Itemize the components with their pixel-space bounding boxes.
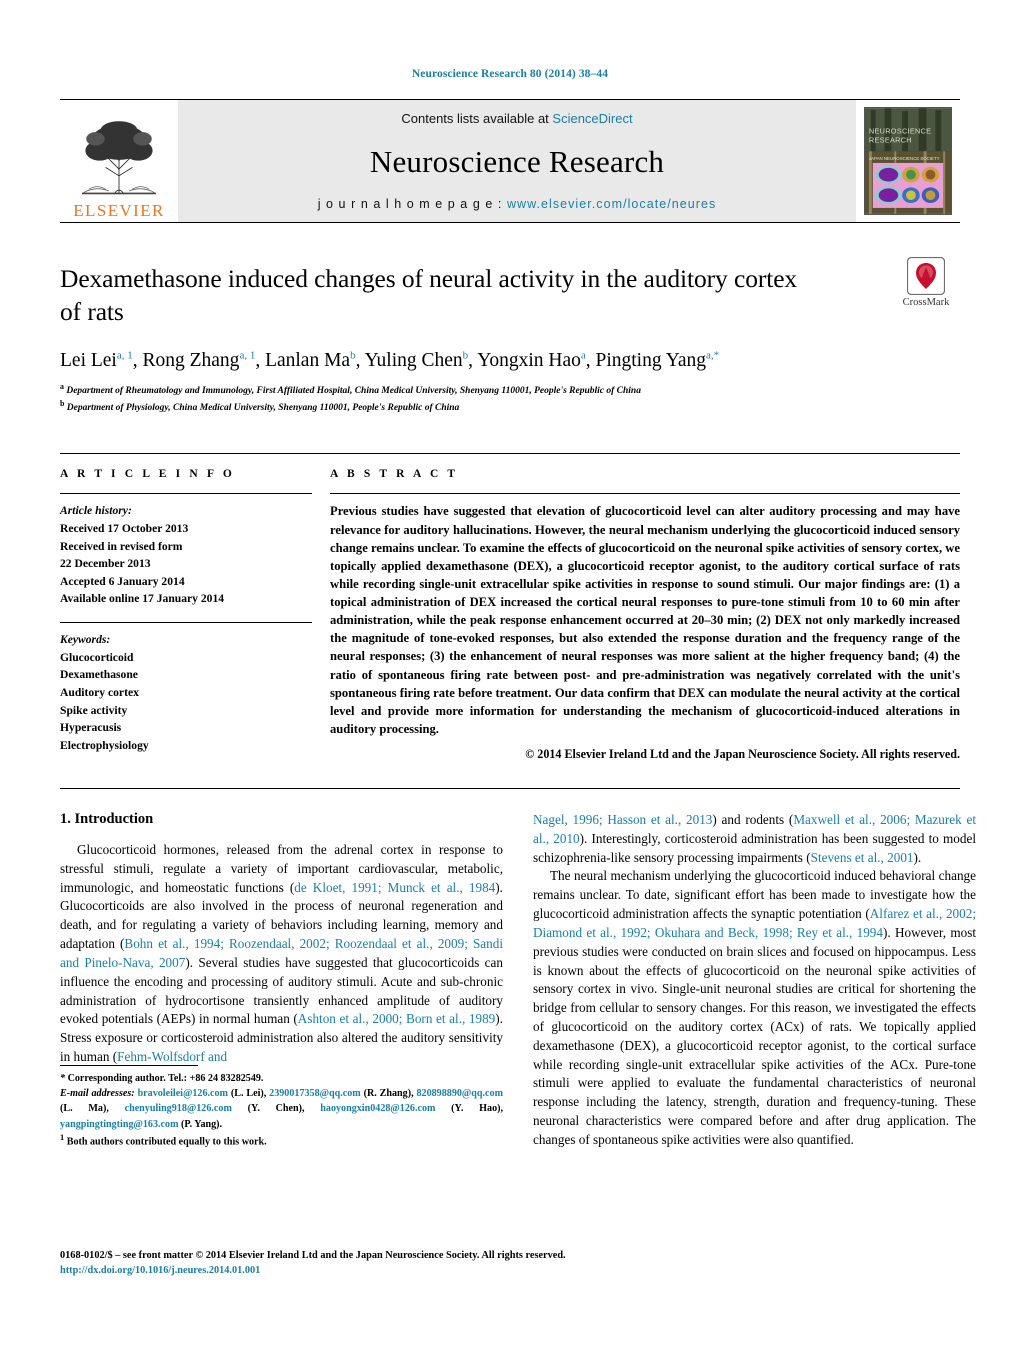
svg-text:RESEARCH: RESEARCH [869,135,912,144]
keywords-group: Keywords: Glucocorticoid Dexamethasone A… [60,631,312,754]
body-column-left: 1. Introduction Glucocorticoid hormones,… [60,811,503,1150]
elsevier-wordmark: ELSEVIER [73,201,165,220]
journal-masthead: ELSEVIER Contents lists available at Sci… [60,99,960,223]
crossmark-badge[interactable]: CrossMark [892,257,960,308]
history-item: Accepted 6 January 2014 [60,574,185,588]
abstract-heading: A B S T R A C T [330,468,459,481]
history-item: Received in revised form [60,539,183,553]
article-info-divider-mid [60,622,312,624]
equal-contribution-note: 1 Both authors contributed equally to th… [60,1132,267,1148]
running-head: Neuroscience Research 80 (2014) 38–44 [411,68,609,80]
page-title: Dexamethasone induced changes of neural … [60,264,798,326]
keyword-item: Spike activity [60,703,128,717]
intro-paragraph-2: Nagel, 1996; Hasson et al., 2013) and ro… [533,812,976,865]
history-item: Received 17 October 2013 [60,522,189,536]
sciencedirect-link[interactable]: ScienceDirect [552,111,632,126]
masthead-center: Contents lists available at ScienceDirec… [178,100,856,222]
affiliation-a: a Department of Rheumatology and Immunol… [60,381,641,396]
article-info-column: A R T I C L E I N F O Article history: R… [60,468,312,762]
info-abstract-region: A R T I C L E I N F O Article history: R… [60,453,960,762]
author-list: Lei Leia, 1, Rong Zhanga, 1, Lanlan Mab,… [60,349,720,372]
body-column-right: Nagel, 1996; Hasson et al., 2013) and ro… [533,811,976,1150]
journal-cover-image: NEUROSCIENCE RESEARCH JAPAN NEUROSCIENCE… [864,107,952,215]
abstract-divider [330,493,960,495]
keyword-item: Dexamethasone [60,668,138,682]
keyword-item: Hyperacusis [60,721,122,735]
article-history-label: Article history: [60,504,132,518]
footnote-divider [60,1064,198,1066]
svg-text:JAPAN NEUROSCIENCE SOCIETY: JAPAN NEUROSCIENCE SOCIETY [869,156,940,161]
affiliation-b-text: Department of Physiology, China Medical … [66,403,460,414]
keyword-item: Glucocorticoid [60,650,134,664]
affiliation-b: b Department of Physiology, China Medica… [60,399,460,414]
journal-title: Neuroscience Research [369,143,665,179]
email-addresses-note: E-mail addresses: bravoleilei@126.com (L… [60,1087,504,1130]
issn-copyright-line: 0168-0102/$ – see front matter © 2014 El… [60,1250,566,1262]
footnote-block: * Corresponding author. Tel.: +86 24 832… [60,1064,504,1150]
history-item: Available online 17 January 2014 [60,592,225,606]
crossmark-icon [907,257,945,295]
article-history-group: Article history: Received 17 October 201… [60,502,312,608]
doi-link[interactable]: http://dx.doi.org/10.1016/j.neures.2014.… [60,1264,960,1279]
intro-paragraph-1: Glucocorticoid hormones, released from t… [60,842,503,1064]
paper-page: Neuroscience Research 80 (2014) 38–44 EL… [0,0,1020,1351]
crossmark-label: CrossMark [902,297,950,308]
title-block: Dexamethasone induced changes of neural … [60,257,960,328]
corresponding-author-note: * Corresponding author. Tel.: +86 24 832… [60,1072,264,1084]
keyword-item: Auditory cortex [60,685,139,699]
intro-paragraph-3: The neural mechanism underlying the gluc… [533,868,977,1147]
keyword-item: Electrophysiology [60,738,149,752]
journal-homepage-link[interactable]: www.elsevier.com/locate/neures [507,197,716,211]
history-item: 22 December 2013 [60,557,151,571]
journal-homepage-line: j o u r n a l h o m e p a g e : www.else… [318,197,717,211]
journal-cover-thumbnail: NEUROSCIENCE RESEARCH JAPAN NEUROSCIENCE… [856,100,960,222]
homepage-prefix: j o u r n a l h o m e p a g e : [317,197,507,211]
article-info-heading: A R T I C L E I N F O [60,468,235,481]
keywords-label: Keywords: [60,633,111,647]
page-footer: 0168-0102/$ – see front matter © 2014 El… [60,1249,960,1279]
svg-text:NEUROSCIENCE: NEUROSCIENCE [869,127,931,136]
affiliations: a Department of Rheumatology and Immunol… [60,381,960,416]
article-info-divider-top [60,493,312,495]
abstract-text: Previous studies have suggested that ele… [330,504,960,736]
elsevier-logo: ELSEVIER [60,100,178,222]
abstract-column: A B S T R A C T Previous studies have su… [330,468,960,762]
elsevier-tree-icon [82,121,156,195]
contents-available-line: Contents lists available at ScienceDirec… [401,111,632,126]
contents-prefix: Contents lists available at [401,111,553,126]
body-region: 1. Introduction Glucocorticoid hormones,… [60,788,976,1150]
abstract-copyright: © 2014 Elsevier Ireland Ltd and the Japa… [525,747,960,762]
affiliation-a-text: Department of Rheumatology and Immunolog… [66,385,641,396]
introduction-heading: 1. Introduction [60,811,154,828]
